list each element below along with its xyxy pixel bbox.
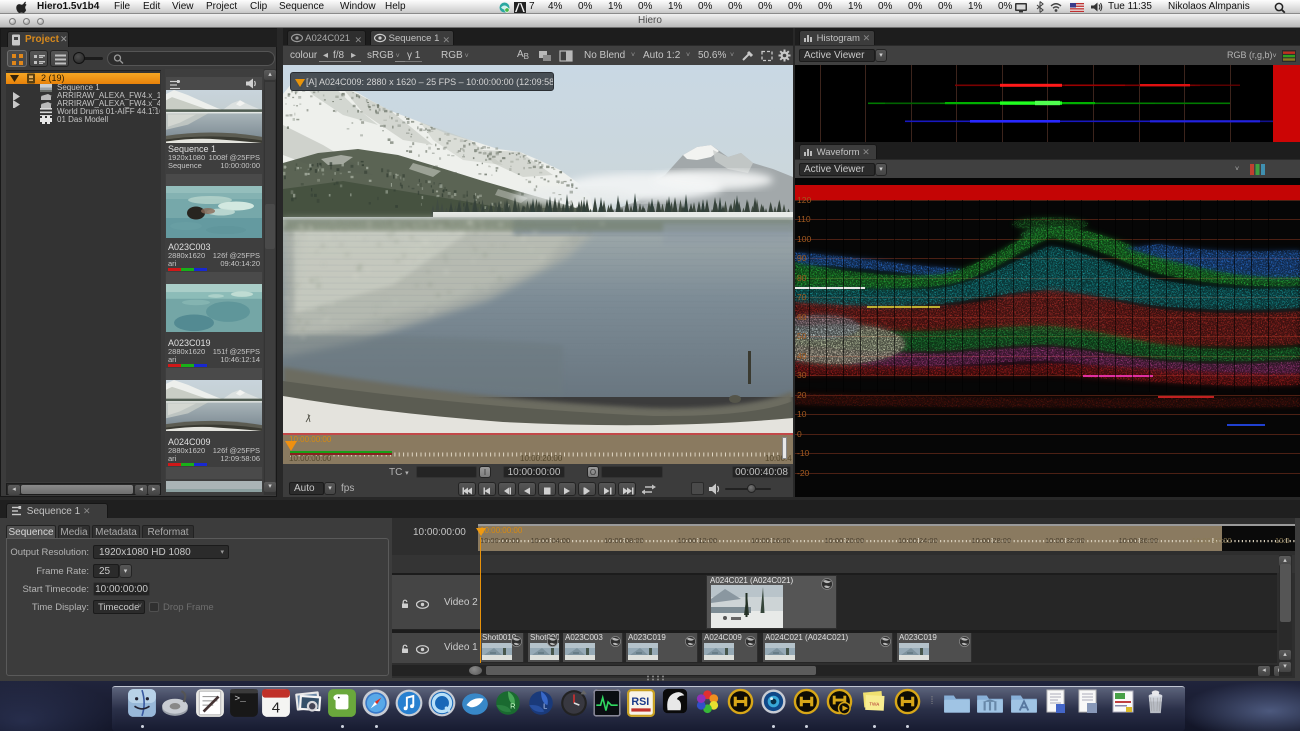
svg-text:110: 110	[797, 214, 811, 224]
svg-text:70: 70	[797, 292, 807, 302]
svg-text:R: R	[510, 701, 516, 710]
svg-text:30: 30	[797, 370, 807, 380]
svg-text:40: 40	[797, 351, 807, 361]
svg-text:0: 0	[797, 429, 802, 439]
svg-text:60: 60	[797, 312, 807, 322]
svg-text:RSI: RSI	[631, 696, 649, 708]
svg-text:120: 120	[797, 195, 811, 205]
svg-text:10: 10	[797, 409, 807, 419]
svg-text:20: 20	[797, 390, 807, 400]
svg-text:50: 50	[797, 331, 807, 341]
svg-text:-20: -20	[797, 468, 810, 478]
svg-text:>_: >_	[234, 693, 246, 704]
svg-text:4: 4	[272, 700, 280, 717]
svg-text:L: L	[543, 701, 547, 710]
svg-text:80: 80	[797, 273, 807, 283]
svg-text:-10: -10	[797, 448, 810, 458]
svg-text:90: 90	[797, 253, 807, 263]
svg-text:100: 100	[797, 234, 811, 244]
svg-text:TWA: TWA	[869, 701, 880, 707]
